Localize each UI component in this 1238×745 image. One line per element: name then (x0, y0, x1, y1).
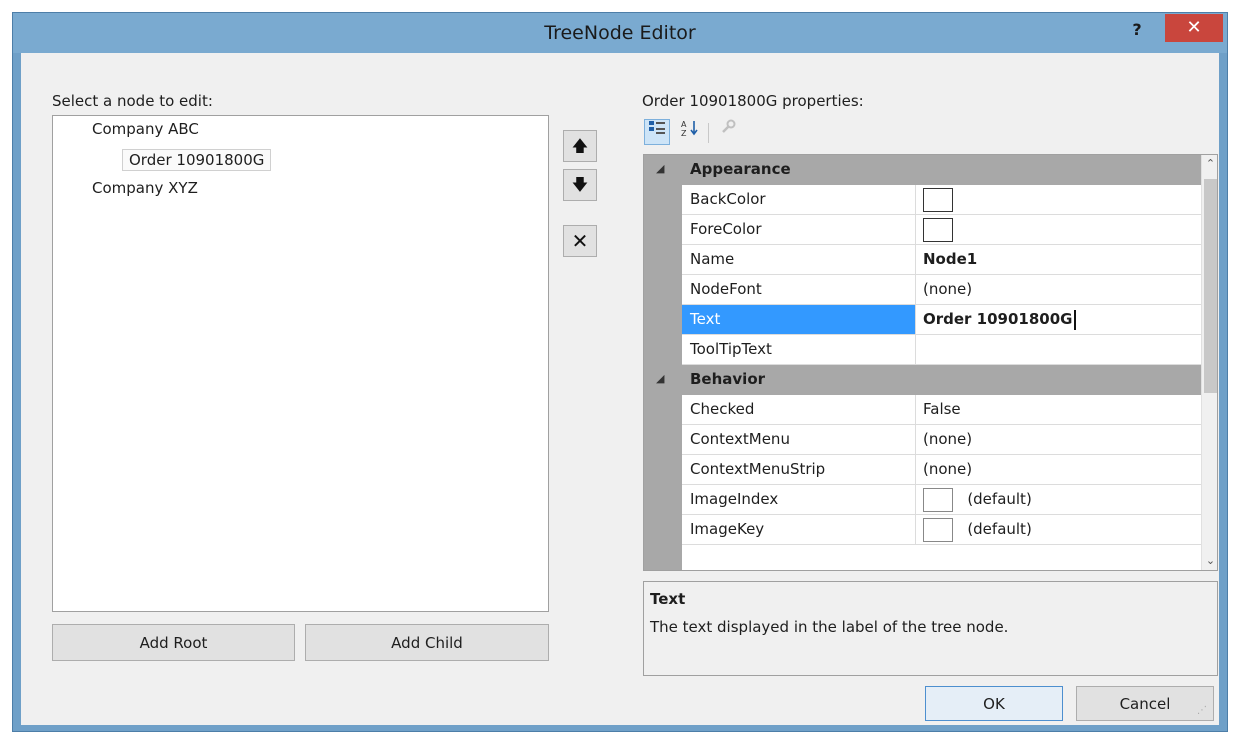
scroll-up-icon[interactable]: ⌃ (1202, 155, 1217, 173)
wrench-icon (722, 119, 736, 133)
alphabetical-icon: A Z (681, 120, 698, 138)
property-pages-button[interactable] (715, 119, 741, 145)
move-down-button[interactable]: 🡇 (563, 169, 597, 201)
property-row-text[interactable]: Text Order 10901800G (682, 305, 1201, 335)
color-swatch (923, 187, 953, 212)
category-behavior[interactable]: ◢ Behavior (656, 365, 1201, 395)
add-child-button[interactable]: Add Child (305, 624, 549, 661)
property-name: ImageIndex (682, 485, 916, 514)
property-name: ImageKey (682, 515, 916, 544)
delete-node-button[interactable]: ✕ (563, 225, 597, 257)
property-value[interactable]: (none) (917, 455, 1201, 484)
property-row-tooltiptext[interactable]: ToolTipText (682, 335, 1201, 365)
property-value[interactable]: False (917, 395, 1201, 424)
property-value-text: Order 10901800G (923, 310, 1073, 328)
description-text: The text displayed in the label of the t… (650, 618, 1009, 636)
collapse-icon[interactable]: ◢ (656, 372, 664, 385)
property-name: Name (682, 245, 916, 274)
color-swatch (923, 217, 953, 242)
property-row-contextmenustrip[interactable]: ContextMenuStrip (none) (682, 455, 1201, 485)
tree-panel-label: Select a node to edit: (52, 92, 213, 110)
property-value[interactable]: (default) (917, 515, 1201, 544)
property-grid-scrollbar[interactable]: ⌃ ⌄ (1201, 155, 1217, 570)
resize-grip-icon[interactable]: ⋰ (1197, 705, 1213, 721)
arrow-down-icon: 🡇 (571, 175, 589, 194)
svg-text:Z: Z (681, 129, 687, 137)
property-row-name[interactable]: Name Node1 (682, 245, 1201, 275)
toolbar-separator (708, 123, 709, 143)
tree-node-order[interactable]: Order 10901800G (122, 149, 272, 171)
property-value[interactable] (917, 215, 1201, 244)
property-name: BackColor (682, 185, 916, 214)
category-appearance[interactable]: ◢ Appearance (656, 155, 1201, 185)
collapse-icon[interactable]: ◢ (656, 162, 664, 175)
node-tree[interactable]: Company ABC Order 10901800G Company XYZ (52, 115, 549, 612)
tree-node-company-abc[interactable]: Company ABC (92, 120, 199, 138)
dialog-client-area: Select a node to edit: Company ABC Order… (21, 53, 1219, 725)
help-button[interactable]: ? (1117, 17, 1157, 43)
scroll-thumb[interactable] (1204, 179, 1217, 393)
property-name: ForeColor (682, 215, 916, 244)
property-name: Checked (682, 395, 916, 424)
property-value[interactable]: Node1 (917, 245, 1201, 274)
move-up-button[interactable]: 🡅 (563, 130, 597, 162)
delete-icon: ✕ (571, 229, 589, 253)
add-root-button[interactable]: Add Root (52, 624, 295, 661)
categorized-view-button[interactable] (644, 119, 670, 145)
category-name: Behavior (690, 370, 766, 388)
property-row-partial (682, 545, 1201, 570)
properties-label: Order 10901800G properties: (642, 92, 864, 110)
categorized-icon (649, 121, 665, 134)
property-row-nodefont[interactable]: NodeFont (none) (682, 275, 1201, 305)
property-name: ToolTipText (682, 335, 916, 364)
treenode-editor-window: TreeNode Editor ? ✕ Select a node to edi… (12, 12, 1228, 732)
svg-text:A: A (681, 120, 687, 129)
property-name: ContextMenu (682, 425, 916, 454)
text-caret (1073, 309, 1076, 330)
description-title: Text (650, 590, 686, 608)
tree-node-company-xyz[interactable]: Company XYZ (92, 179, 198, 197)
property-value[interactable] (917, 335, 1201, 364)
property-row-checked[interactable]: Checked False (682, 395, 1201, 425)
property-value-text: (default) (967, 490, 1032, 508)
property-name: Text (682, 305, 916, 334)
property-value-input[interactable]: Order 10901800G (917, 305, 1201, 334)
ok-button[interactable]: OK (925, 686, 1063, 721)
property-value[interactable] (917, 185, 1201, 214)
image-preview-box (923, 487, 953, 512)
property-name: NodeFont (682, 275, 916, 304)
cancel-button[interactable]: Cancel (1076, 686, 1214, 721)
property-row-imagekey[interactable]: ImageKey (default) (682, 515, 1201, 545)
alphabetical-view-button[interactable]: A Z (677, 119, 703, 145)
property-value[interactable]: (default) (917, 485, 1201, 514)
category-name: Appearance (690, 160, 791, 178)
property-row-imageindex[interactable]: ImageIndex (default) (682, 485, 1201, 515)
grid-margin (644, 155, 682, 570)
arrow-up-icon: 🡅 (571, 136, 589, 155)
description-panel: Text The text displayed in the label of … (643, 581, 1218, 676)
title-bar[interactable]: TreeNode Editor ? ✕ (13, 13, 1227, 53)
property-value-text: (default) (967, 520, 1032, 538)
window-title: TreeNode Editor (544, 22, 696, 44)
property-row-contextmenu[interactable]: ContextMenu (none) (682, 425, 1201, 455)
property-grid[interactable]: ◢ Appearance BackColor ForeColor Name No… (643, 154, 1218, 571)
property-value[interactable]: (none) (917, 275, 1201, 304)
image-preview-box (923, 517, 953, 542)
property-row-backcolor[interactable]: BackColor (682, 185, 1201, 215)
property-row-forecolor[interactable]: ForeColor (682, 215, 1201, 245)
property-value[interactable]: (none) (917, 425, 1201, 454)
scroll-down-icon[interactable]: ⌄ (1202, 552, 1217, 570)
close-button[interactable]: ✕ (1165, 14, 1223, 42)
property-name: ContextMenuStrip (682, 455, 916, 484)
